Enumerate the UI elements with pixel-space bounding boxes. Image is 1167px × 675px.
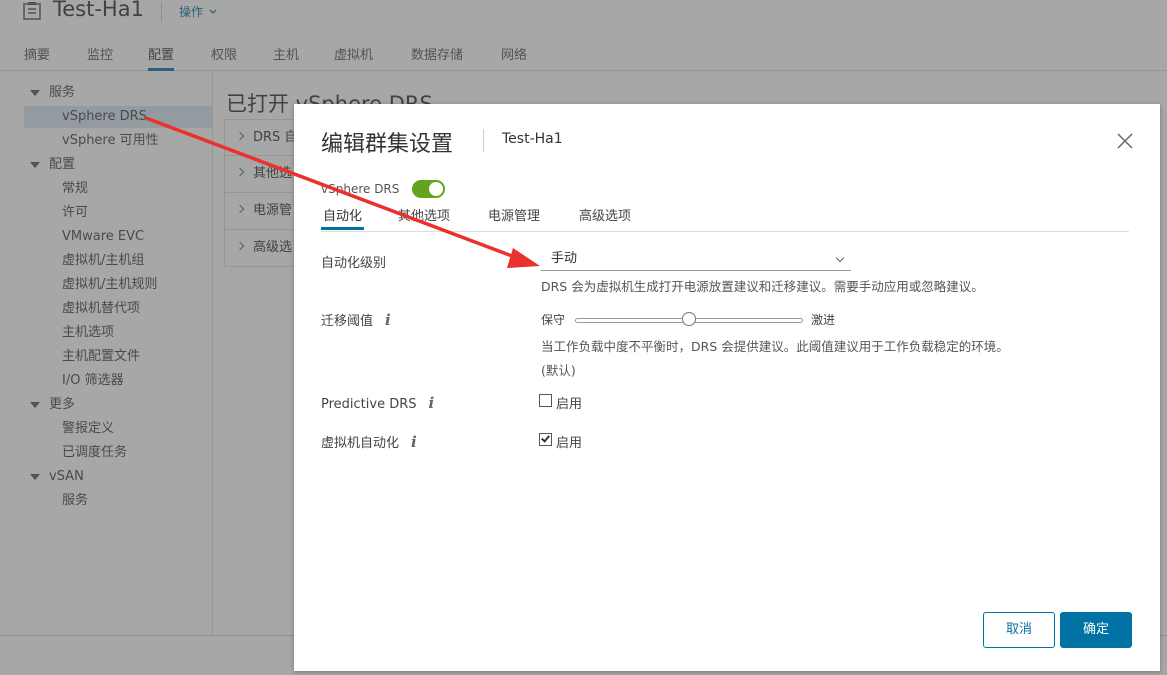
- annotation-arrow-icon: [145, 116, 540, 268]
